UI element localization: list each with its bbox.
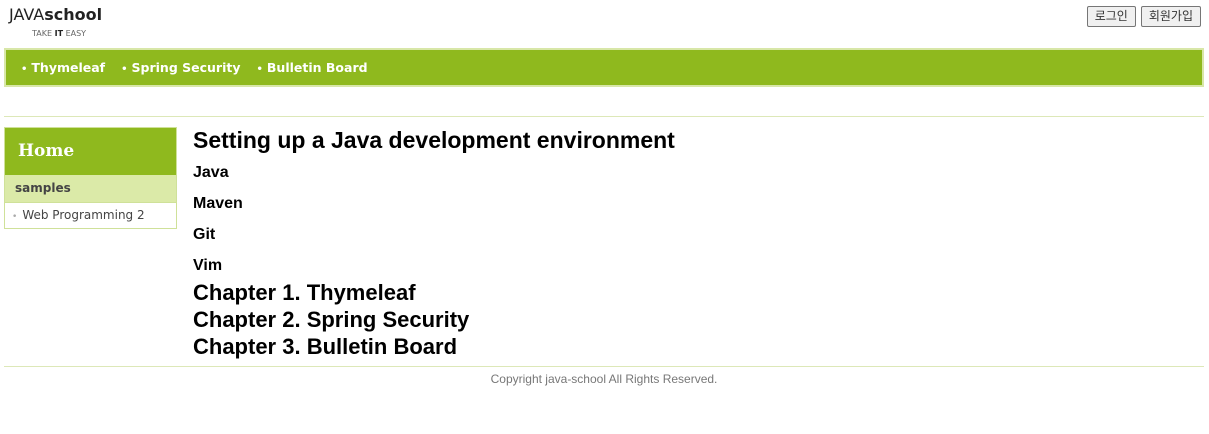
nav-item-label: Spring Security (131, 60, 241, 75)
sidebar-category-samples: samples (5, 175, 176, 202)
footer-copyright: Copyright java-school All Rights Reserve… (490, 372, 718, 386)
nav-item-spring-security[interactable]: • Spring Security (121, 60, 240, 75)
section-link-maven[interactable]: Maven (193, 188, 1193, 219)
nav-bullet-icon: • (121, 64, 128, 75)
logo-wordmark-bold: school (44, 5, 103, 24)
section-link-git[interactable]: Git (193, 219, 1193, 250)
auth-buttons: 로그인 회원가입 (1086, 6, 1201, 27)
logo-tagline: TAKE IT EASY (32, 29, 86, 38)
nav-item-bulletin-board[interactable]: • Bulletin Board (257, 60, 368, 75)
chapter-list: Chapter 1. Thymeleaf Chapter 2. Spring S… (193, 279, 1193, 360)
main-content: Setting up a Java development environmen… (193, 127, 1193, 360)
nav-bullet-icon: • (256, 64, 263, 75)
sidebar-item-web-programming-2[interactable]: • Web Programming 2 (5, 202, 176, 228)
sidebar-home-link[interactable]: Home (5, 128, 176, 175)
section-link-vim[interactable]: Vim (193, 250, 1193, 281)
nav-item-thymeleaf[interactable]: • Thymeleaf (21, 60, 105, 75)
page-title: Setting up a Java development environmen… (193, 127, 675, 153)
sidebar: Home samples • Web Programming 2 (4, 127, 177, 229)
logo-tag-post: EASY (63, 29, 87, 38)
nav-item-label: Thymeleaf (31, 60, 106, 75)
signup-button[interactable]: 회원가입 (1140, 6, 1201, 27)
section-link-java[interactable]: Java (193, 157, 1193, 188)
login-button[interactable]: 로그인 (1086, 6, 1136, 27)
site-logo[interactable]: JAVAschool TAKE IT EASY (9, 5, 102, 38)
bullet-icon: • (12, 212, 18, 222)
logo-tag-bold: IT (54, 29, 64, 38)
footer-divider (4, 366, 1204, 367)
nav-item-label: Bulletin Board (266, 60, 368, 75)
chapter-link-2[interactable]: Chapter 2. Spring Security (193, 306, 1193, 333)
header-divider (4, 116, 1204, 117)
logo-tag-pre: TAKE (32, 29, 55, 38)
logo-wordmark-light: JAVA (9, 5, 45, 24)
main-nav: • Thymeleaf • Spring Security • Bulletin Bo… (4, 48, 1204, 87)
sidebar-item-label: Web Programming 2 (22, 208, 145, 222)
chapter-link-3[interactable]: Chapter 3. Bulletin Board (193, 333, 1193, 360)
chapter-link-1[interactable]: Chapter 1. Thymeleaf (193, 279, 1193, 306)
logo-wordmark: JAVAschool (9, 5, 102, 24)
nav-bullet-icon: • (21, 64, 28, 75)
